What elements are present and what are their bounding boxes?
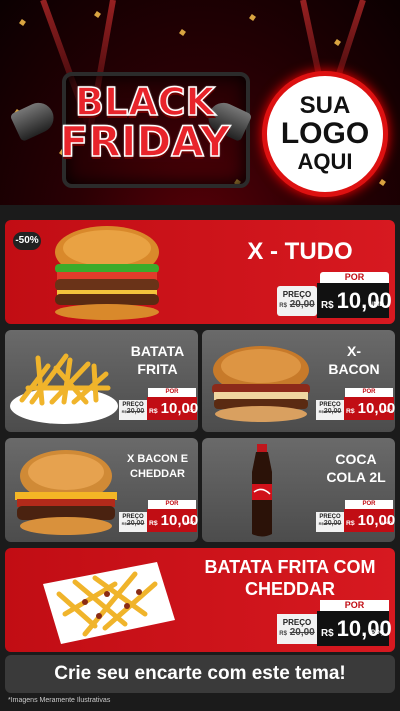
old-price-box: PREÇO R$ 20,00 [277, 614, 317, 644]
currency: R$ [321, 300, 334, 311]
por-label: POR [345, 388, 393, 397]
old-price: 20,00 [323, 520, 342, 527]
por-label: POR [320, 272, 389, 283]
confetti [334, 39, 341, 46]
preco-label: PREÇO [282, 618, 312, 627]
price-tag: POR PREÇO R$20,00 R$ 10,00 UNID [316, 500, 395, 532]
preco-label: PREÇO [282, 290, 312, 299]
logo-line: SUA [299, 92, 351, 119]
product-name: BATATA FRITA [130, 343, 185, 377]
currency: R$ [321, 628, 334, 639]
fries-icon [10, 353, 118, 424]
confetti [19, 19, 26, 26]
old-price-box: PREÇO R$20,00 [119, 512, 147, 532]
por-label: POR [345, 500, 393, 509]
old-price-box: PREÇO R$20,00 [316, 400, 344, 420]
confetti [249, 14, 256, 21]
burger-icon [55, 226, 159, 320]
old-price-box: PREÇO R$20,00 [316, 512, 344, 532]
product-card-x-bacon[interactable]: X- BACON POR PREÇO R$20,00 R$ 10,00 UNID [202, 330, 395, 432]
old-currency: R$ [279, 303, 287, 309]
product-card-x-tudo[interactable]: -50% X - TUDO POR PREÇO R$ 20,00 R$ 10,00… [5, 220, 395, 324]
confetti [379, 179, 386, 186]
product-name: BATATA FRITA COM CHEDDAR [204, 557, 376, 599]
currency: R$ [346, 520, 355, 527]
por-label: POR [320, 600, 389, 611]
old-price: 20,00 [126, 408, 145, 415]
burger-icon [212, 346, 310, 422]
confetti [179, 29, 186, 36]
product-name: X- BACON [328, 343, 380, 377]
cheddar-fries-icon [43, 562, 175, 644]
product-card-x-bacon-cheddar[interactable]: X BACON E CHEDDAR POR PREÇO R$20,00 R$ 10… [5, 438, 198, 542]
old-currency: R$ [279, 631, 287, 637]
unit-label: UNID [369, 302, 384, 308]
old-price-box: PREÇO R$20,00 [119, 400, 147, 420]
new-price-box: R$ 10,00 POÇ [147, 397, 198, 420]
new-price-box: R$ 10,00 UNID [344, 397, 395, 420]
new-price-box: R$ 10,00 POÇ [317, 611, 392, 646]
product-name: X - TUDO [247, 238, 353, 265]
new-price-box: R$ 10,00 UNID [147, 509, 198, 532]
unit-label: UNID [382, 520, 392, 525]
confetti [94, 11, 101, 18]
old-price-box: PREÇO R$ 20,00 [277, 286, 317, 316]
price-tag: POR PREÇO R$20,00 R$ 10,00 POÇ [119, 388, 198, 420]
product-name: X BACON E CHEDDAR [126, 453, 189, 480]
old-price: 20,00 [289, 299, 315, 310]
product-card-batata-cheddar[interactable]: BATATA FRITA COM CHEDDAR POR PREÇO R$ 20… [5, 548, 395, 652]
price-tag: POR PREÇO R$ 20,00 R$ 10,00 POÇ [277, 600, 392, 646]
unit-label: UNID [382, 408, 392, 413]
burger-icon [15, 450, 117, 535]
unit-label: POÇ [186, 408, 195, 413]
currency: R$ [346, 408, 355, 415]
logo-placeholder: SUA LOGO AQUI [262, 71, 388, 197]
currency: R$ [149, 408, 158, 415]
old-price: 20,00 [289, 627, 315, 638]
price-tag: POR PREÇO R$20,00 R$ 10,00 UNID [316, 388, 395, 420]
product-name: COCA COLA 2L [326, 451, 386, 485]
old-price: 20,00 [126, 520, 145, 527]
old-price: 20,00 [323, 408, 342, 415]
por-label: POR [148, 388, 196, 397]
discount-badge: -50% [13, 232, 41, 250]
por-label: POR [148, 500, 196, 509]
price-tag: POR PREÇO R$20,00 R$ 10,00 UNID [119, 500, 198, 532]
cta-banner[interactable]: Crie seu encarte com este tema! [5, 655, 395, 693]
black-friday-logo: BLACK FRIDAY [59, 80, 231, 166]
new-price-box: R$ 10,00 UNID [317, 283, 392, 318]
logo-line: AQUI [297, 149, 353, 174]
unit-label: UNID [185, 520, 195, 525]
product-card-coca-cola[interactable]: COCA COLA 2L POR PREÇO R$20,00 R$ 10,00 U… [202, 438, 395, 542]
disclaimer-text: *Imagens Meramente Ilustrativas [8, 697, 111, 704]
logo-line: LOGO [280, 117, 370, 150]
currency: R$ [149, 520, 158, 527]
price-tag: POR PREÇO R$ 20,00 R$ 10,00 UNID [277, 272, 392, 318]
new-price-box: R$ 10,00 UNID [344, 509, 395, 532]
unit-label: POÇ [370, 630, 384, 636]
soda-bottle-icon [252, 444, 272, 537]
product-card-batata-frita[interactable]: BATATA FRITA POR PREÇO R$20,00 R$ 10,00 P… [5, 330, 198, 432]
black-friday-header: BLACK FRIDAY SUA LOGO AQUI [0, 0, 400, 205]
